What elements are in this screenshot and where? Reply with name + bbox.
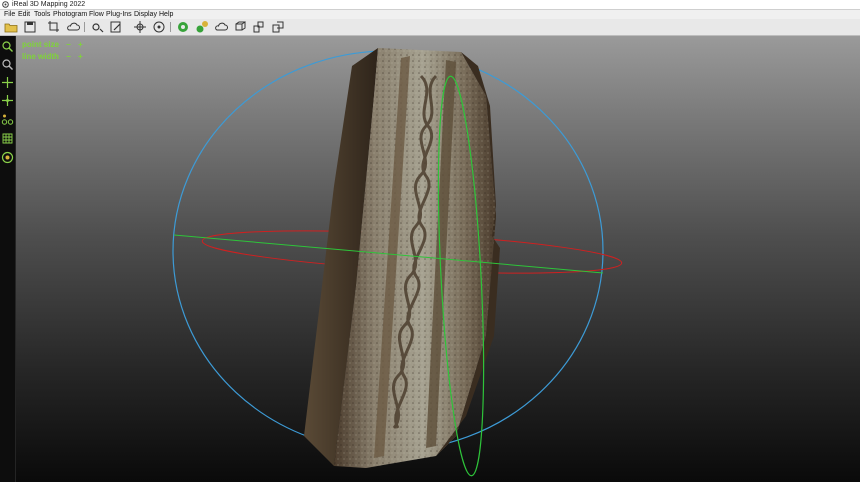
menu-tools[interactable]: Tools (34, 10, 50, 19)
toolbar-separator (84, 22, 85, 32)
open-folder-icon[interactable] (4, 20, 18, 34)
menu-edit[interactable]: Edit (18, 10, 30, 19)
move-icon[interactable] (1, 76, 14, 89)
measure-icon[interactable] (1, 113, 14, 126)
app-logo-icon (2, 1, 9, 8)
menu-plugins[interactable]: Plug-Ins (106, 10, 132, 19)
cloud-icon[interactable] (66, 20, 80, 34)
zoom-extents-icon[interactable] (1, 58, 14, 71)
save-icon[interactable] (23, 20, 37, 34)
menu-bar: File Edit Tools Photogram Flow Plug-Ins … (0, 10, 860, 19)
edit-icon[interactable] (109, 20, 123, 34)
cube-copy-icon[interactable] (271, 20, 285, 34)
window-title: iReal 3D Mapping 2022 (12, 1, 86, 8)
title-bar: iReal 3D Mapping 2022 (0, 0, 860, 10)
left-toolbar (0, 36, 16, 482)
nodes-icon[interactable] (152, 20, 166, 34)
3d-viewport[interactable]: point size − + line width − + (16, 36, 860, 482)
grid-icon[interactable] (1, 132, 14, 145)
crop-icon[interactable] (47, 20, 61, 34)
menu-display[interactable]: Display (134, 10, 157, 19)
menu-file[interactable]: File (4, 10, 15, 19)
cube-stack-icon[interactable] (252, 20, 266, 34)
menu-photogram[interactable]: Photogram (53, 10, 87, 19)
main-toolbar (0, 19, 860, 36)
crosshair-icon[interactable] (1, 94, 14, 107)
target-dot-icon[interactable] (1, 151, 14, 164)
gears-alt-icon[interactable] (195, 20, 209, 34)
zoom-icon[interactable] (1, 40, 14, 53)
stone-model[interactable] (304, 48, 500, 468)
target-icon[interactable] (133, 20, 147, 34)
toolbar-separator (170, 22, 171, 32)
gears-icon[interactable] (176, 20, 190, 34)
cube-icon[interactable] (233, 20, 247, 34)
settings-cog-icon[interactable] (90, 20, 104, 34)
scene-canvas[interactable] (16, 36, 860, 482)
menu-flow[interactable]: Flow (89, 10, 104, 19)
cloud-upload-icon[interactable] (214, 20, 228, 34)
menu-help[interactable]: Help (159, 10, 173, 19)
